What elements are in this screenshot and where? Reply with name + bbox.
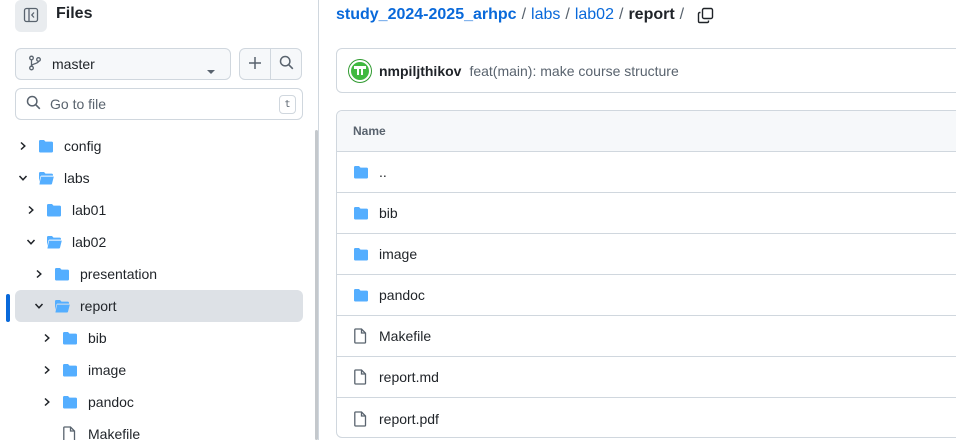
breadcrumb-separator: /: [679, 6, 685, 23]
folder-icon: [38, 138, 56, 154]
tree-item-image[interactable]: image: [39, 354, 300, 386]
file-name-link[interactable]: ..: [379, 164, 387, 180]
tree-item-bib[interactable]: bib: [39, 322, 300, 354]
folder-icon: [353, 287, 371, 303]
table-row[interactable]: report.md: [337, 357, 956, 398]
table-header-name: Name: [337, 111, 956, 152]
avatar[interactable]: [349, 59, 371, 82]
tree-item-label: report: [80, 298, 117, 314]
folder-icon: [353, 246, 371, 262]
tree-item-config[interactable]: config: [15, 130, 300, 162]
breadcrumb-separator: /: [521, 6, 527, 23]
file-icon: [62, 426, 80, 440]
folder-open-icon: [54, 298, 72, 314]
file-icon: [353, 410, 371, 427]
tree-item-label: presentation: [80, 266, 158, 282]
table-row[interactable]: pandoc: [337, 275, 956, 316]
file-name-link[interactable]: image: [379, 246, 417, 262]
tree-item-label: lab02: [72, 234, 107, 250]
sidebar-scrollbar[interactable]: [315, 130, 318, 440]
file-table: Name .. bib image pandoc Makefile report.md re…: [336, 110, 956, 438]
chevron-down-icon[interactable]: [23, 234, 39, 250]
breadcrumb-labs-link[interactable]: labs: [531, 6, 560, 24]
folder-icon: [62, 394, 80, 410]
chevron-down-icon[interactable]: [31, 298, 47, 314]
file-name-link[interactable]: bib: [379, 205, 398, 221]
chevron-right-icon[interactable]: [39, 330, 55, 346]
commit-message-link[interactable]: feat(main): make course structure: [469, 63, 678, 79]
chevron-right-icon[interactable]: [23, 202, 39, 218]
breadcrumb-current: report: [628, 6, 675, 23]
tree-item-label: lab01: [72, 202, 107, 218]
tree-item-label: Makefile: [88, 426, 141, 440]
main-content: study_2024-2025_arhpc / labs / lab02 / r…: [320, 0, 956, 440]
chevron-right-icon[interactable]: [15, 138, 31, 154]
file-tree-sidebar: Files master Go to file t config labs lab0…: [0, 0, 319, 440]
active-item-indicator: [6, 294, 10, 322]
file-icon: [353, 369, 371, 385]
commit-author-link[interactable]: nmpiljthikov: [379, 63, 461, 79]
folder-icon: [353, 164, 371, 180]
table-row[interactable]: report.pdf: [337, 398, 956, 437]
add-file-button[interactable]: [239, 48, 271, 80]
file-table-body: .. bib image pandoc Makefile report.md report.…: [337, 152, 956, 437]
sidebar-title: Files: [56, 5, 93, 22]
breadcrumb: study_2024-2025_arhpc / labs / lab02 / r…: [336, 6, 714, 24]
table-row[interactable]: Makefile: [337, 316, 956, 357]
tree-item-presentation[interactable]: presentation: [31, 258, 300, 290]
breadcrumb-separator: /: [618, 6, 624, 23]
branch-selector-button[interactable]: master: [15, 48, 231, 80]
table-row[interactable]: ..: [337, 152, 956, 193]
tree-item-makefile[interactable]: Makefile: [39, 418, 300, 440]
folder-icon: [353, 205, 371, 221]
table-row[interactable]: image: [337, 234, 956, 275]
git-branch-icon: [28, 55, 42, 74]
plus-icon: [248, 56, 262, 73]
tree-item-lab01[interactable]: lab01: [23, 194, 300, 226]
breadcrumb-lab02-link[interactable]: lab02: [575, 6, 614, 24]
latest-commit-box: nmpiljthikov feat(main): make course str…: [336, 48, 956, 93]
tree-item-label: config: [64, 138, 102, 154]
tree-item-label: pandoc: [88, 394, 134, 410]
search-icon: [26, 95, 41, 113]
table-row[interactable]: bib: [337, 193, 956, 234]
tree-item-labs[interactable]: labs: [15, 162, 300, 194]
copy-path-icon[interactable]: [697, 7, 714, 24]
file-name-link[interactable]: Makefile: [379, 328, 431, 344]
folder-icon: [62, 330, 80, 346]
go-to-file-input[interactable]: Go to file t: [15, 88, 303, 120]
chevron-down-icon[interactable]: [15, 170, 31, 186]
go-to-file-placeholder: Go to file: [50, 96, 107, 112]
file-name-link[interactable]: report.md: [379, 369, 439, 385]
chevron-right-icon[interactable]: [31, 266, 47, 282]
search-button[interactable]: [270, 48, 302, 80]
folder-open-icon: [38, 170, 56, 186]
tree-item-report[interactable]: report: [15, 290, 303, 322]
chevron-right-icon[interactable]: [39, 362, 55, 378]
breadcrumb-separator: /: [565, 6, 570, 23]
file-name-link[interactable]: report.pdf: [379, 411, 439, 427]
chevron-right-icon[interactable]: [39, 394, 55, 410]
folder-open-icon: [46, 234, 64, 250]
sidebar-toggle-button[interactable]: [15, 0, 47, 32]
tree-item-label: labs: [64, 170, 90, 186]
file-icon: [353, 328, 371, 344]
caret-down-icon: [206, 62, 216, 78]
folder-icon: [54, 266, 72, 282]
folder-icon: [62, 362, 80, 378]
tree-item-pandoc[interactable]: pandoc: [39, 386, 300, 418]
breadcrumb-repo-link[interactable]: study_2024-2025_arhpc: [336, 6, 517, 24]
tree-item-lab02[interactable]: lab02: [23, 226, 300, 258]
sidebar-collapse-icon: [23, 7, 39, 26]
tree-item-label: bib: [88, 330, 107, 346]
file-name-link[interactable]: pandoc: [379, 287, 425, 303]
keyboard-shortcut-hint: t: [279, 95, 296, 114]
search-icon: [279, 55, 294, 73]
tree-item-label: image: [88, 362, 127, 378]
folder-icon: [46, 202, 64, 218]
branch-name: master: [52, 56, 95, 72]
